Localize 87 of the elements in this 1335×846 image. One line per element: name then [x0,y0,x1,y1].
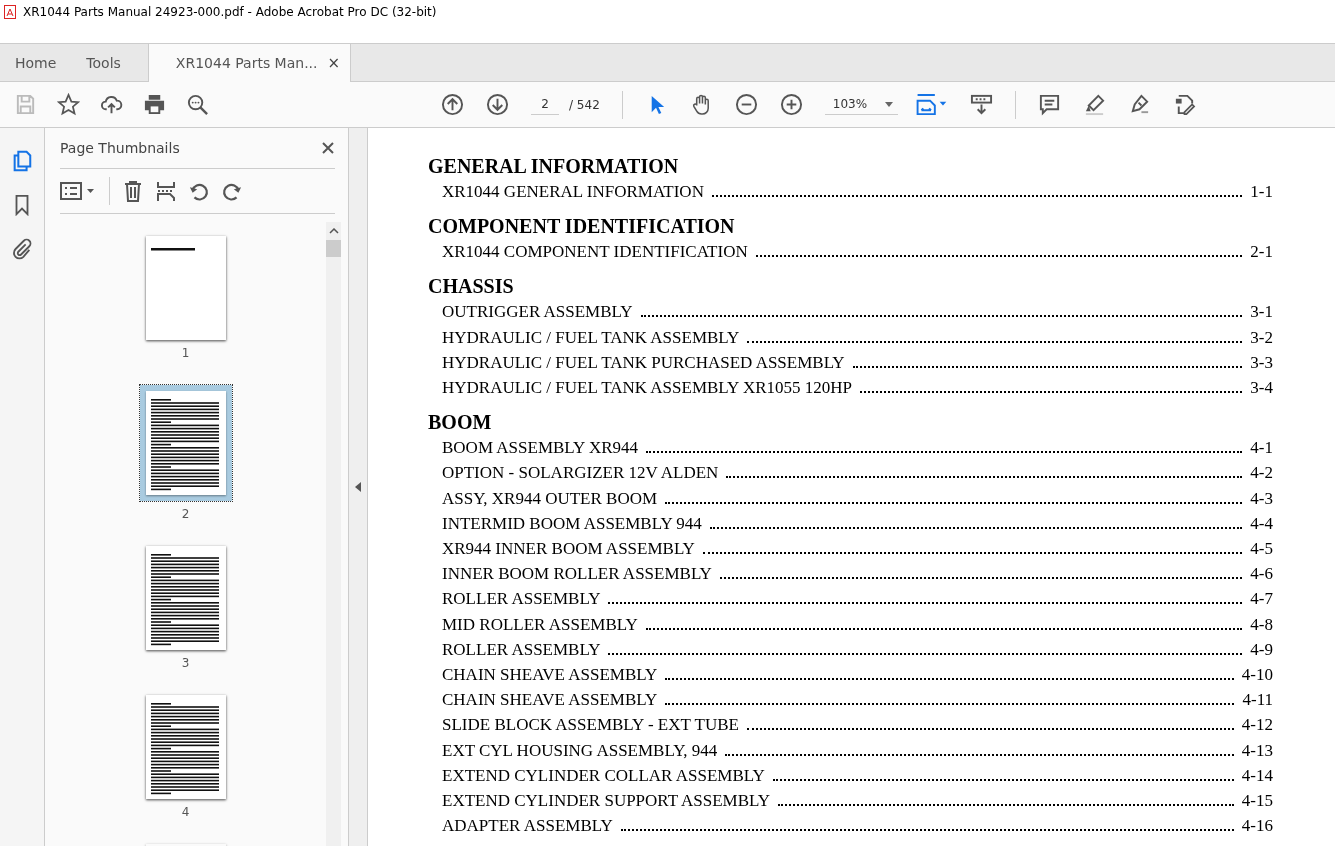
toc-entry-link[interactable]: XR944 INNER BOOM ASSEMBLY [442,536,695,562]
toc-page-number: 3-3 [1250,351,1273,374]
toc-page-number: 3-4 [1250,377,1273,399]
toc-page-number: 4-13 [1241,739,1273,762]
toc-entry-link[interactable]: BOOM ASSEMBLY XR944 [442,435,639,461]
print-icon[interactable] [143,93,166,116]
insert-page-icon[interactable] [156,180,176,202]
toc-entry-link[interactable]: SLIDE BLOCK ASSEMBLY - EXT TUBE [442,712,739,738]
star-icon[interactable] [57,93,80,116]
toc-page-number: 4-12 [1241,714,1273,737]
search-icon[interactable] [186,93,209,116]
page-down-icon[interactable] [486,93,509,116]
toc-page-number: 4-6 [1250,563,1273,586]
toc-entry-link[interactable]: ASSY, XR944 OUTER BOOM [442,485,658,511]
toc-page-number: 4-16 [1241,815,1273,838]
toc-page-number: 4-1 [1250,437,1273,460]
page-number-field[interactable]: 2 [531,94,559,115]
zoom-dropdown[interactable]: 103% [824,94,898,115]
scroll-up-icon[interactable] [328,228,339,234]
toc-page-number: 4-4 [1250,512,1273,535]
collapse-arrow-icon[interactable] [355,482,361,492]
page-number-label: 4 [181,805,190,819]
tab[interactable]: Home [0,44,72,81]
toc-page-number: 1-1 [1250,181,1273,203]
cloud-upload-icon[interactable] [100,93,123,116]
window-title: XR1044 Parts Manual 24923-000.pdf - Adobe Acrobat Pro DC (32-bit) [23,4,437,19]
pages-icon[interactable] [11,150,33,172]
zoom-out-icon[interactable] [734,93,758,116]
toc-entry-link[interactable]: ROLLER ASSEMBLY [442,586,601,612]
page-number-label: 2 [181,507,190,521]
section-heading: BOOM [428,410,493,436]
toc-entry-link[interactable]: ROLLER ASSEMBLY [442,636,601,663]
scroll-mode-icon[interactable] [969,93,993,116]
toc-page-number: 4-7 [1250,588,1273,611]
toc-page-number: 4-14 [1241,764,1273,787]
toc-entry-link[interactable]: XR1044 COMPONENT IDENTIFICATION [442,239,748,265]
section-heading: GENERAL INFORMATION [428,154,680,179]
toc-page-number: 3-2 [1250,326,1273,349]
toc-page-number: 3-1 [1250,301,1273,324]
page-thumbnail[interactable] [145,695,226,799]
zoom-in-icon[interactable] [779,93,803,116]
close-tab-button[interactable]: × [327,54,341,72]
toc-entry-link[interactable]: EXTEND CYLINDER COLLAR ASSEMBLY [442,762,765,789]
toc-page-number: 4-5 [1250,538,1273,561]
toc-entry-link[interactable]: EXTEND CYLINDER SUPPORT ASSEMBLY [442,788,771,814]
toc-entry-link[interactable]: CHAIN SHEAVE ASSEMBLY [442,687,658,713]
close-icon[interactable] [321,141,335,155]
toc-entry-link[interactable]: MID ROLLER ASSEMBLY [442,611,638,637]
toc-page-number: 4-8 [1250,613,1273,636]
section-heading: COMPONENT IDENTIFICATION [428,214,736,240]
options-menu-icon[interactable] [60,181,96,201]
trash-icon[interactable] [123,180,143,202]
page-total: / 542 [569,97,600,112]
toc-entry-link[interactable]: EXT CYL HOUSING ASSEMBLY, 944 [442,737,718,763]
toc-page-number: 4-11 [1242,689,1273,712]
page-thumbnail[interactable] [145,236,226,340]
page-number-label: 1 [181,346,190,360]
toc-entry-link[interactable]: HYDRAULIC / FUEL TANK ASSEMBLY [442,324,740,350]
tab[interactable]: Tools [71,44,136,81]
toc-entry-link[interactable]: HYDRAULIC / FUEL TANK PURCHASED ASSEMBLY [442,349,845,375]
caret-icon[interactable] [884,101,893,107]
toc-entry-link[interactable]: HYDRAULIC / FUEL TANK ASSEMBLY XR1055 120HP [442,375,852,401]
toc-entry-link[interactable]: OUTRIGGER ASSEMBLY [442,299,633,325]
toc-entry-link[interactable]: ADAPTER ASSEMBLY [442,813,613,839]
scrollbar-thumb[interactable] [326,240,341,257]
page-up-icon[interactable] [441,93,464,116]
toc-page-number: 4-15 [1241,790,1273,813]
toc-entry-link[interactable]: CHAIN SHEAVE ASSEMBLY [442,662,658,688]
page-number-label: 3 [181,656,190,670]
toc-entry-link[interactable]: XR1044 GENERAL INFORMATION [442,179,704,205]
toc-page-number: 4-10 [1241,664,1273,687]
toc-page-number: 2-1 [1250,241,1273,264]
scrollbar[interactable] [326,222,341,846]
toc-page-number: 4-3 [1250,487,1273,510]
paperclip-icon[interactable] [11,238,33,260]
toc-page-number: 4-2 [1250,462,1273,485]
panel-title: Page Thumbnails [60,140,180,156]
toc-page-number: 4-9 [1250,638,1273,661]
page-thumbnail[interactable] [145,546,226,650]
toc-entry-link[interactable]: OPTION - SOLARGIZER 12V ALDEN [442,460,719,486]
tab[interactable]: XR1044 Parts Man... × [147,44,352,82]
toc-entry-link[interactable]: INNER BOOM ROLLER ASSEMBLY [442,561,712,587]
pdf-file-icon [4,4,16,19]
toc-entry-link[interactable]: INTERMID BOOM ASSEMBLY 944 [442,510,702,537]
page-thumbnail[interactable] [139,385,232,501]
comment-icon[interactable] [1037,93,1061,116]
section-heading: CHASSIS [428,274,515,300]
